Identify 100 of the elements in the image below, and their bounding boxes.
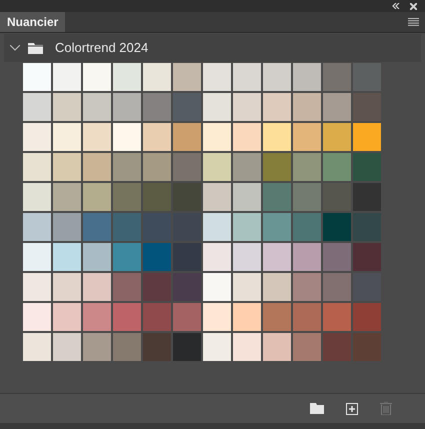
color-swatch[interactable] (293, 123, 321, 151)
color-swatch[interactable] (293, 243, 321, 271)
color-swatch[interactable] (53, 243, 81, 271)
color-swatch[interactable] (23, 273, 51, 301)
color-swatch[interactable] (83, 303, 111, 331)
color-swatch[interactable] (113, 63, 141, 91)
color-swatch[interactable] (83, 93, 111, 121)
collapse-icon[interactable] (392, 3, 400, 9)
color-swatch[interactable] (83, 213, 111, 241)
color-swatch[interactable] (293, 213, 321, 241)
color-swatch[interactable] (293, 153, 321, 181)
color-swatch[interactable] (23, 63, 51, 91)
color-swatch[interactable] (83, 63, 111, 91)
color-swatch[interactable] (323, 93, 351, 121)
color-swatch[interactable] (23, 213, 51, 241)
color-swatch[interactable] (53, 213, 81, 241)
color-swatch[interactable] (263, 183, 291, 211)
color-swatch[interactable] (263, 243, 291, 271)
color-swatch[interactable] (173, 63, 201, 91)
color-swatch[interactable] (83, 153, 111, 181)
color-swatch[interactable] (83, 273, 111, 301)
add-icon[interactable] (346, 402, 358, 414)
color-swatch[interactable] (263, 273, 291, 301)
color-swatch[interactable] (293, 93, 321, 121)
color-swatch[interactable] (143, 243, 171, 271)
color-swatch[interactable] (23, 303, 51, 331)
color-swatch[interactable] (353, 123, 381, 151)
color-swatch[interactable] (83, 333, 111, 361)
color-swatch[interactable] (203, 243, 231, 271)
color-swatch[interactable] (203, 183, 231, 211)
color-swatch[interactable] (293, 63, 321, 91)
color-swatch[interactable] (23, 333, 51, 361)
color-swatch[interactable] (293, 303, 321, 331)
color-swatch[interactable] (263, 303, 291, 331)
color-swatch[interactable] (293, 273, 321, 301)
color-swatch[interactable] (233, 303, 261, 331)
color-swatch[interactable] (53, 123, 81, 151)
color-swatch[interactable] (203, 123, 231, 151)
color-swatch[interactable] (53, 93, 81, 121)
color-swatch[interactable] (263, 333, 291, 361)
color-swatch[interactable] (53, 153, 81, 181)
color-swatch[interactable] (293, 333, 321, 361)
color-swatch[interactable] (143, 93, 171, 121)
color-swatch[interactable] (233, 243, 261, 271)
color-swatch[interactable] (263, 213, 291, 241)
color-swatch[interactable] (53, 333, 81, 361)
color-swatch[interactable] (113, 183, 141, 211)
color-swatch[interactable] (23, 243, 51, 271)
color-swatch[interactable] (203, 63, 231, 91)
color-swatch[interactable] (113, 243, 141, 271)
color-swatch[interactable] (233, 153, 261, 181)
color-swatch[interactable] (203, 273, 231, 301)
color-swatch[interactable] (233, 183, 261, 211)
color-swatch[interactable] (173, 303, 201, 331)
color-swatch[interactable] (113, 303, 141, 331)
group-header[interactable]: Colortrend 2024 (4, 34, 421, 62)
color-swatch[interactable] (353, 153, 381, 181)
color-swatch[interactable] (353, 63, 381, 91)
color-swatch[interactable] (173, 123, 201, 151)
color-swatch[interactable] (113, 93, 141, 121)
color-swatch[interactable] (143, 303, 171, 331)
color-swatch[interactable] (233, 93, 261, 121)
color-swatch[interactable] (83, 123, 111, 151)
color-swatch[interactable] (143, 153, 171, 181)
color-swatch[interactable] (173, 153, 201, 181)
folder-icon[interactable] (310, 403, 324, 414)
color-swatch[interactable] (23, 123, 51, 151)
color-swatch[interactable] (113, 273, 141, 301)
color-swatch[interactable] (323, 153, 351, 181)
color-swatch[interactable] (233, 123, 261, 151)
color-swatch[interactable] (53, 183, 81, 211)
color-swatch[interactable] (83, 243, 111, 271)
panel-tab[interactable]: Nuancier (0, 12, 66, 32)
color-swatch[interactable] (113, 213, 141, 241)
color-swatch[interactable] (23, 153, 51, 181)
color-swatch[interactable] (143, 123, 171, 151)
color-swatch[interactable] (143, 63, 171, 91)
color-swatch[interactable] (323, 303, 351, 331)
color-swatch[interactable] (203, 153, 231, 181)
color-swatch[interactable] (23, 93, 51, 121)
color-swatch[interactable] (203, 93, 231, 121)
color-swatch[interactable] (323, 213, 351, 241)
color-swatch[interactable] (53, 273, 81, 301)
color-swatch[interactable] (263, 63, 291, 91)
color-swatch[interactable] (203, 303, 231, 331)
color-swatch[interactable] (23, 183, 51, 211)
color-swatch[interactable] (173, 93, 201, 121)
color-swatch[interactable] (353, 303, 381, 331)
color-swatch[interactable] (323, 243, 351, 271)
color-swatch[interactable] (233, 213, 261, 241)
color-swatch[interactable] (263, 123, 291, 151)
color-swatch[interactable] (263, 153, 291, 181)
color-swatch[interactable] (233, 333, 261, 361)
color-swatch[interactable] (293, 183, 321, 211)
menu-icon[interactable] (408, 18, 419, 26)
color-swatch[interactable] (203, 213, 231, 241)
color-swatch[interactable] (233, 273, 261, 301)
color-swatch[interactable] (113, 153, 141, 181)
color-swatch[interactable] (263, 93, 291, 121)
color-swatch[interactable] (233, 63, 261, 91)
